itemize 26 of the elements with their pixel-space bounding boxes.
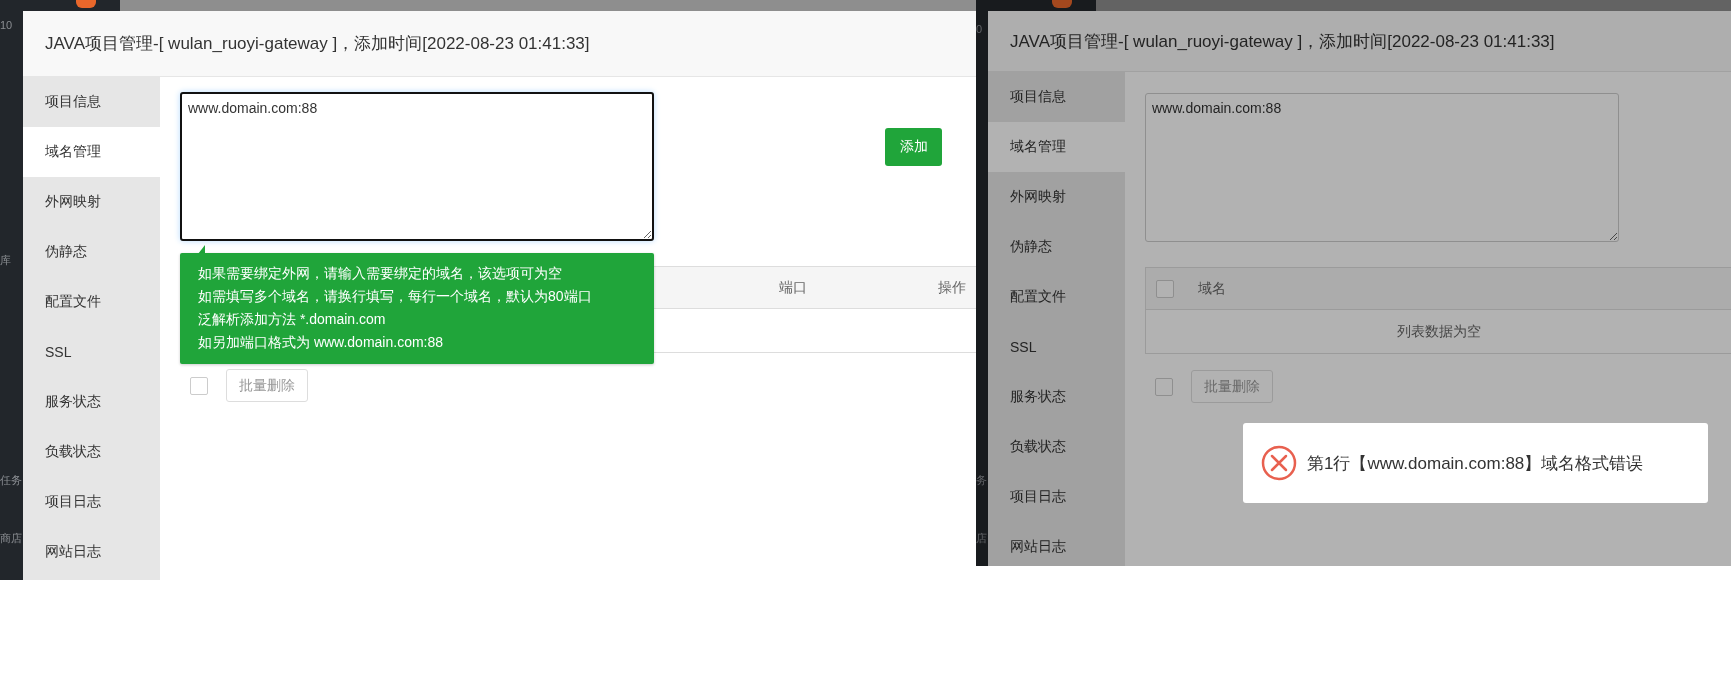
background-text: 库 xyxy=(0,253,11,268)
hint-text: 如果需要绑定外网，请输入需要绑定的域名，该选项可为空 xyxy=(198,264,563,283)
domain-input[interactable]: www.domain.com:88 xyxy=(1145,93,1619,242)
checkbox[interactable] xyxy=(190,376,208,395)
hint-text: 泛解析添加方法 *.domain.com xyxy=(198,310,387,329)
dialog-title: JAVA项目管理-[ wulan_ruoyi-gateway ]，添加时间[2022-08-23 01:41:33] xyxy=(45,33,590,55)
hint-text: 如另加端口格式为 www.domain.com:88 xyxy=(198,333,445,352)
background-text: 10 xyxy=(0,19,13,31)
sidebar-item[interactable]: 域名管理 xyxy=(23,127,160,177)
column-header: 操作 xyxy=(938,278,966,297)
toast-message: 第1行【www.domain.com:88】域名格式错误 xyxy=(1307,452,1644,475)
dialog-title: JAVA项目管理-[ wulan_ruoyi-gateway ]，添加时间[2022-08-23 01:41:33] xyxy=(1010,30,1555,53)
column-header: 域名 xyxy=(1198,279,1226,298)
background-text: 店 xyxy=(976,531,987,546)
background-text: 任务 xyxy=(0,473,22,488)
background-text: 商店 xyxy=(0,531,22,546)
domain-input[interactable]: www.domain.com:88 xyxy=(180,92,654,241)
sidebar-item[interactable]: 域名管理 xyxy=(988,122,1125,172)
column-header: 端口 xyxy=(779,278,807,297)
checkbox[interactable] xyxy=(1155,377,1173,396)
hint-text: 如需填写多个域名，请换行填写，每行一个域名，默认为80端口 xyxy=(198,287,593,306)
error-icon xyxy=(1261,445,1297,481)
background-text: 0 xyxy=(976,23,983,35)
empty-message: 列表数据为空 xyxy=(1396,322,1481,341)
checkbox[interactable] xyxy=(1156,279,1174,298)
background-text: 务 xyxy=(976,473,987,488)
